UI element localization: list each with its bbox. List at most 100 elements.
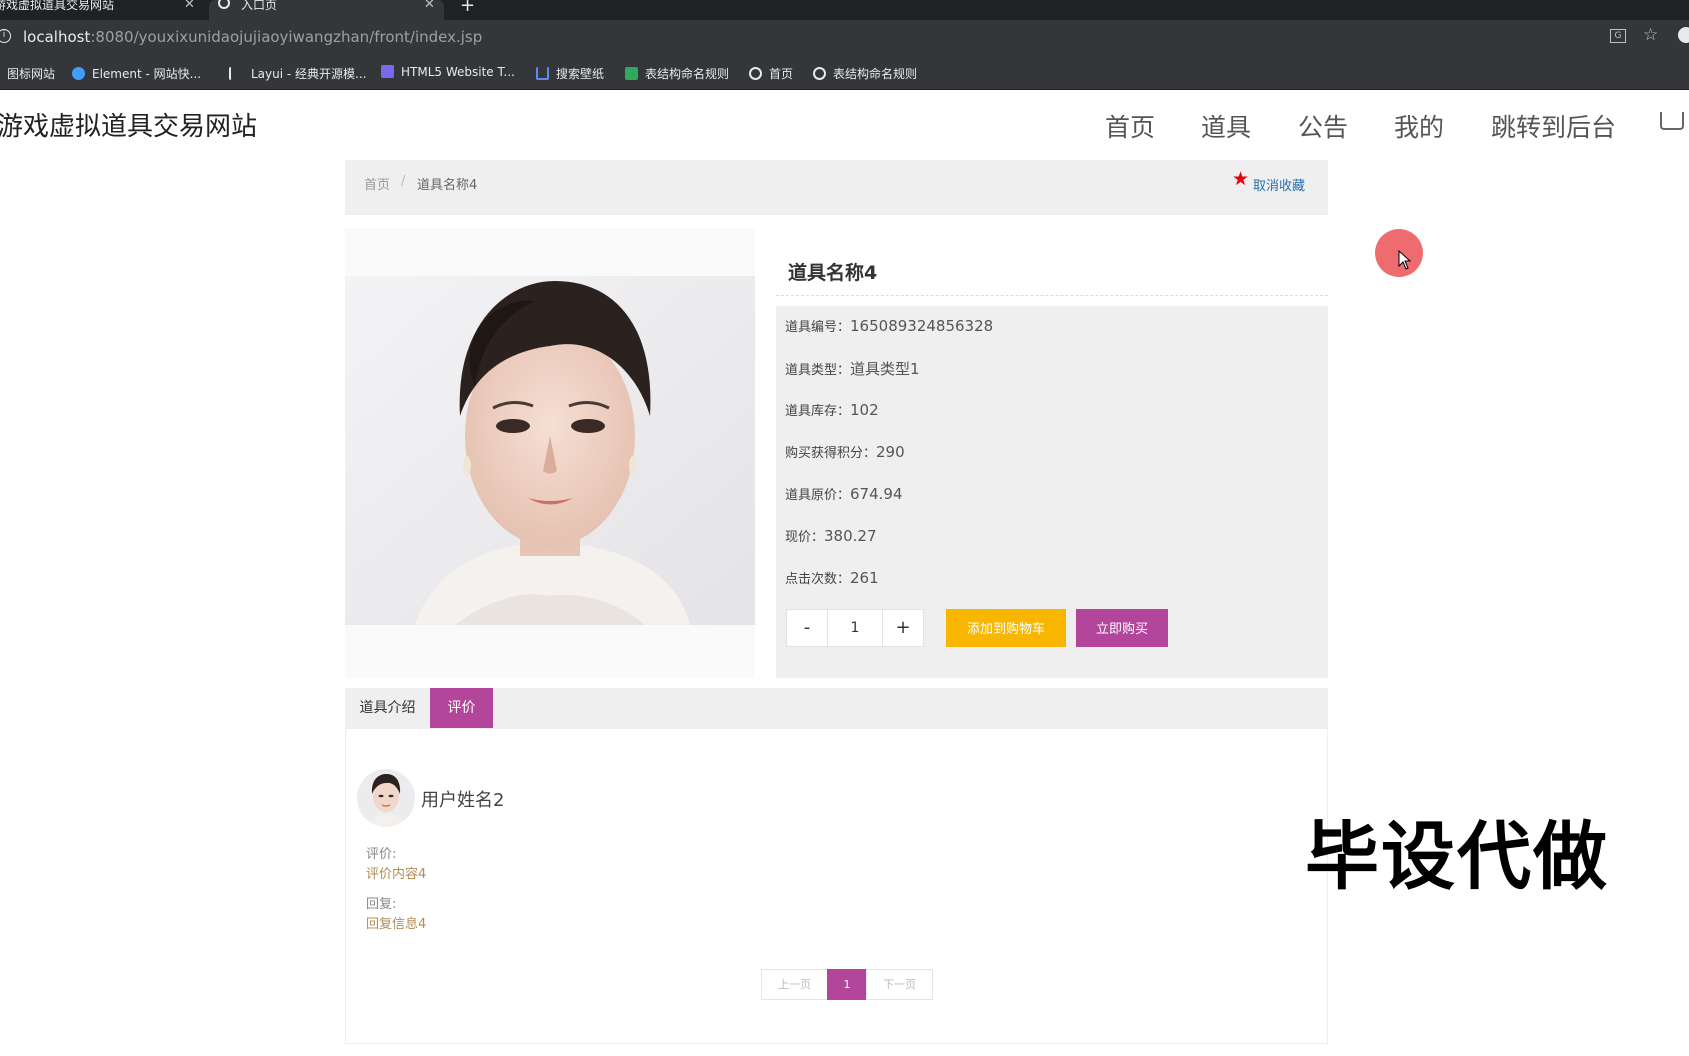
field-label: 点击次数： — [785, 572, 851, 587]
breadcrumb-home[interactable]: 首页 — [364, 174, 390, 193]
field-label: 购买获得积分： — [785, 446, 877, 461]
bookmark-label: 图标网站 — [7, 67, 56, 81]
field-value: 290 — [876, 443, 905, 461]
reply-label: 回复: — [366, 897, 397, 912]
info-row-id: 道具编号：165089324856328 — [785, 316, 993, 335]
nav-items[interactable]: 道具 — [1201, 108, 1251, 144]
cart-icon[interactable] — [1660, 112, 1684, 130]
browser-tab-active[interactable]: 入口页 ✕ — [209, 0, 444, 20]
add-to-cart-button[interactable]: 添加到购物车 — [946, 609, 1066, 647]
info-row-original-price: 道具原价：674.94 — [785, 484, 903, 503]
globe-icon — [813, 67, 826, 80]
tab-title: 游戏虚拟道具交易网站 — [0, 0, 115, 12]
layui-icon — [229, 67, 244, 80]
bookmark-label: 搜索壁纸 — [556, 67, 605, 81]
bookmark-item[interactable]: HTML5 Website T... — [381, 65, 515, 79]
quantity-stepper: - 1 + — [786, 609, 924, 647]
new-tab-button[interactable]: + — [460, 0, 475, 16]
page-1-button[interactable]: 1 — [827, 969, 867, 1000]
mouse-cursor-icon — [1398, 250, 1412, 270]
field-value: 261 — [850, 569, 879, 587]
bookmark-label: Layui - 经典开源模... — [251, 67, 367, 81]
nav-mine[interactable]: 我的 — [1394, 108, 1444, 144]
avatar — [357, 769, 415, 827]
review-username: 用户姓名2 — [421, 790, 505, 811]
element-icon — [72, 67, 85, 80]
detail-tabs: 道具介绍 评价 — [345, 688, 1328, 728]
field-value: 165089324856328 — [850, 317, 994, 335]
buy-now-button[interactable]: 立即购买 — [1076, 609, 1168, 647]
prev-page-button[interactable]: 上一页 — [761, 969, 828, 1000]
review-panel: 用户姓名2 评价: 评价内容4 回复: 回复信息4 上一页 1 下一页 — [345, 728, 1328, 1044]
tab-intro[interactable]: 道具介绍 — [345, 688, 430, 728]
site-title[interactable]: 游戏虚拟道具交易网站 — [0, 106, 257, 143]
comment-label: 评价: — [366, 847, 397, 862]
bookmark-label: 表结构命名规则 — [645, 67, 730, 81]
tab-title: 入口页 — [241, 0, 278, 12]
field-label: 现价： — [785, 530, 825, 545]
bookmark-item[interactable]: Layui - 经典开源模... — [229, 65, 366, 82]
quantity-increase-button[interactable]: + — [882, 610, 923, 646]
address-bar[interactable]: i localhost:8080/youxixunidaojujiaoyiwan… — [0, 20, 1689, 56]
bookmarks-bar: 图标网站 Element - 网站快... Layui - 经典开源模... H… — [0, 56, 1689, 90]
field-value: 道具类型1 — [850, 360, 920, 378]
bookmark-label: HTML5 Website T... — [401, 65, 515, 79]
url-path: :8080/youxixunidaojujiaoyiwangzhan/front… — [90, 28, 483, 46]
reply-text: 回复信息4 — [366, 917, 427, 932]
translate-icon[interactable]: G — [1610, 29, 1626, 43]
product-image — [345, 276, 755, 625]
info-row-stock: 道具库存：102 — [785, 400, 879, 419]
quantity-input[interactable]: 1 — [827, 610, 883, 646]
bookmark-item[interactable]: 表结构命名规则 — [813, 65, 917, 82]
field-value: 674.94 — [850, 485, 903, 503]
breadcrumb-current: 道具名称4 — [417, 178, 478, 193]
field-label: 道具编号： — [785, 320, 851, 335]
next-page-button[interactable]: 下一页 — [866, 969, 933, 1000]
bookmark-label: 首页 — [769, 67, 794, 81]
breadcrumb: 首页 / 道具名称4 ★ 取消收藏 — [345, 160, 1328, 215]
wallpaper-icon — [536, 67, 549, 80]
url-host: localhost — [23, 28, 91, 46]
product-name: 道具名称4 — [788, 262, 878, 284]
bookmark-item[interactable]: Element - 网站快... — [72, 65, 201, 82]
info-row-clicks: 点击次数：261 — [785, 568, 879, 587]
browser-tab-bar: 游戏虚拟道具交易网站 ✕ 入口页 ✕ + — [0, 0, 1689, 20]
nav-notices[interactable]: 公告 — [1298, 108, 1348, 144]
star-icon[interactable]: ★ — [1232, 168, 1249, 190]
field-value: 380.27 — [824, 527, 877, 545]
bookmark-item[interactable]: 表结构命名规则 — [625, 65, 729, 82]
sheet-icon — [625, 67, 638, 80]
info-icon[interactable]: i — [0, 29, 11, 43]
profile-icon[interactable] — [1678, 27, 1689, 43]
bookmark-item[interactable]: 首页 — [749, 65, 793, 82]
bookmark-item[interactable]: 搜索壁纸 — [536, 65, 604, 82]
url-text[interactable]: localhost:8080/youxixunidaojujiaoyiwangz… — [23, 28, 482, 46]
breadcrumb-separator: / — [401, 174, 406, 189]
info-row-type: 道具类型：道具类型1 — [785, 358, 920, 379]
unfavorite-button[interactable]: 取消收藏 — [1253, 175, 1305, 194]
bookmark-label: Element - 网站快... — [92, 67, 202, 81]
tab-review[interactable]: 评价 — [430, 688, 493, 728]
bookmark-star-icon[interactable]: ☆ — [1643, 25, 1658, 45]
info-row-current-price: 现价：380.27 — [785, 526, 877, 545]
field-label: 道具原价： — [785, 488, 851, 503]
info-row-points: 购买获得积分：290 — [785, 442, 905, 461]
product-info-panel: 道具编号：165089324856328 道具类型：道具类型1 道具库存：102… — [776, 306, 1328, 678]
close-icon[interactable]: ✕ — [184, 0, 195, 11]
globe-icon — [218, 0, 230, 9]
nav-home[interactable]: 首页 — [1105, 108, 1155, 144]
bookmark-item[interactable]: 图标网站 — [7, 65, 55, 82]
product-name-box: 道具名称4 — [776, 245, 1328, 296]
bookmark-label: 表结构命名规则 — [833, 67, 918, 81]
field-label: 道具库存： — [785, 404, 851, 419]
browser-tab[interactable]: 游戏虚拟道具交易网站 ✕ — [0, 0, 202, 20]
quantity-decrease-button[interactable]: - — [787, 610, 828, 646]
field-label: 道具类型： — [785, 363, 851, 378]
watermark: 毕设代做 — [1305, 814, 1609, 900]
html5-icon — [381, 65, 394, 78]
globe-icon — [749, 67, 762, 80]
comment-text: 评价内容4 — [366, 867, 427, 882]
field-value: 102 — [850, 401, 879, 419]
close-icon[interactable]: ✕ — [424, 0, 435, 11]
nav-admin[interactable]: 跳转到后台 — [1491, 108, 1616, 144]
